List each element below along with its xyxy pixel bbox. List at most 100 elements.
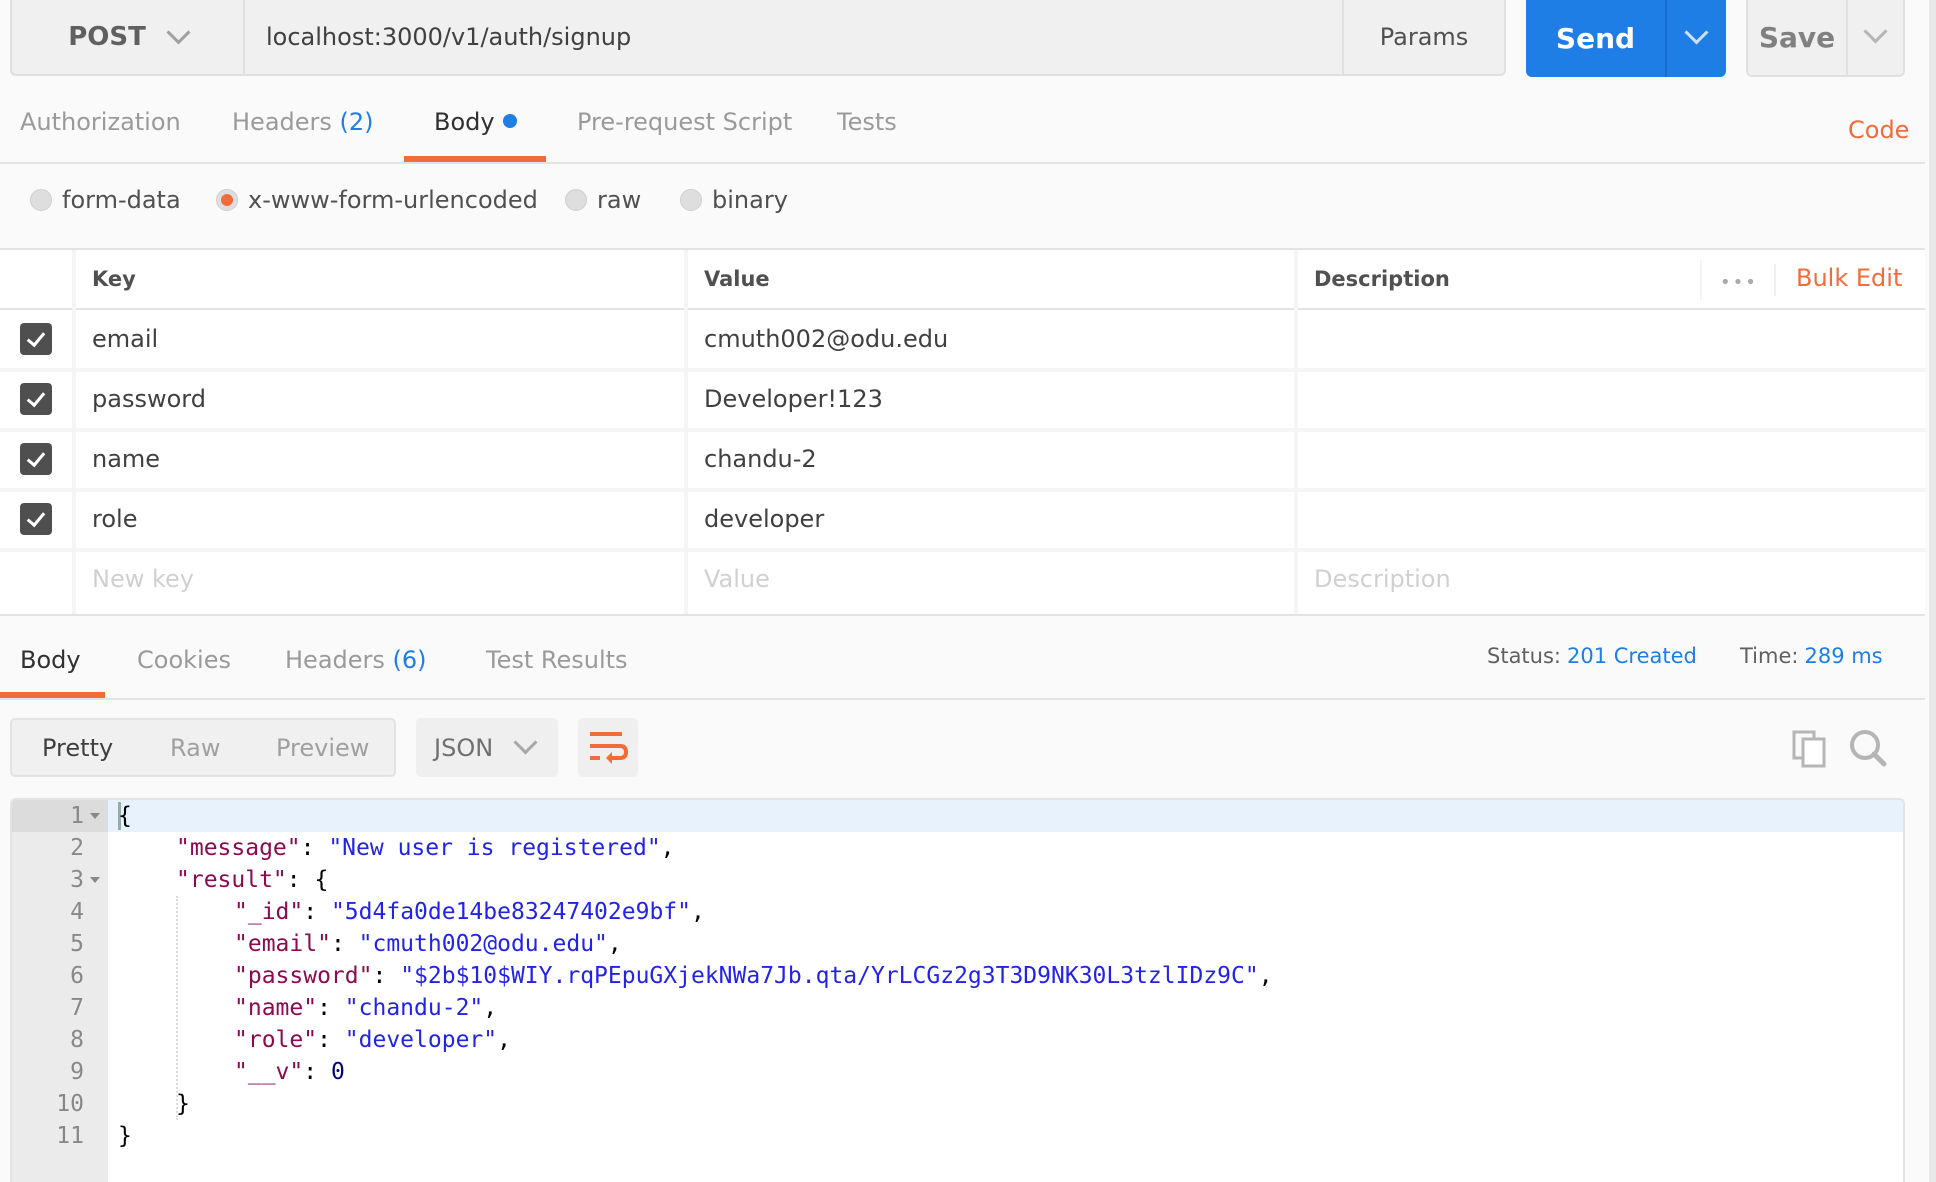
row-checkbox[interactable] xyxy=(20,383,52,415)
row-checkbox[interactable] xyxy=(20,323,52,355)
url-input[interactable]: localhost:3000/v1/auth/signup xyxy=(266,0,631,74)
wrap-lines-button[interactable] xyxy=(578,718,638,777)
vertical-scrollbar[interactable] xyxy=(1929,0,1936,1182)
tab-label: Tests xyxy=(837,108,897,136)
tab-pre-request-script[interactable]: Pre-request Script xyxy=(577,108,792,136)
code-line: "email": "cmuth002@odu.edu", xyxy=(234,931,622,957)
tab-authorization[interactable]: Authorization xyxy=(20,108,181,136)
line-number: 10 xyxy=(56,1091,84,1117)
value-field[interactable]: cmuth002@odu.edu xyxy=(688,310,1294,368)
active-line-highlight xyxy=(108,800,1903,832)
line-number: 8 xyxy=(70,1027,84,1053)
radio-circle-icon xyxy=(30,189,52,211)
check-icon xyxy=(26,447,46,467)
radio-circle-icon xyxy=(565,189,587,211)
key-field[interactable]: password xyxy=(76,370,684,428)
fold-arrow-icon[interactable] xyxy=(90,813,100,819)
header-key: Key xyxy=(92,267,136,291)
response-tab-test-results[interactable]: Test Results xyxy=(486,646,628,674)
json-string: "New user is registered" xyxy=(328,835,661,861)
format-label: JSON xyxy=(434,733,494,762)
radio-binary[interactable]: binary xyxy=(680,186,788,214)
radio-label: raw xyxy=(597,186,642,214)
response-tab-cookies[interactable]: Cookies xyxy=(137,646,231,674)
checkbox-cell xyxy=(0,550,72,608)
row-checkbox[interactable] xyxy=(20,443,52,475)
tab-label: Cookies xyxy=(137,646,231,674)
tab-tests[interactable]: Tests xyxy=(837,108,897,136)
pretty-button[interactable]: Pretty xyxy=(42,734,113,762)
radio-form-data[interactable]: form-data xyxy=(30,186,181,214)
json-string: "developer" xyxy=(344,1027,498,1053)
method-select[interactable]: POST xyxy=(12,0,245,74)
new-key-input[interactable]: New key xyxy=(76,550,684,608)
format-select[interactable]: JSON xyxy=(416,718,558,777)
value-field[interactable]: Developer!123 xyxy=(688,370,1294,428)
value-field[interactable]: developer xyxy=(688,490,1294,548)
check-icon xyxy=(26,327,46,347)
response-tab-headers[interactable]: Headers (6) xyxy=(285,646,427,674)
raw-button[interactable]: Raw xyxy=(170,734,220,762)
code-line: "_id": "5d4fa0de14be83247402e9bf", xyxy=(234,899,705,925)
code-line: "__v": 0 xyxy=(234,1059,345,1085)
radio-raw[interactable]: raw xyxy=(565,186,641,214)
bulk-edit-button[interactable]: Bulk Edit xyxy=(1796,264,1902,292)
active-tab-indicator xyxy=(404,156,546,162)
params-button[interactable]: Params xyxy=(1342,0,1504,74)
value-field[interactable]: chandu-2 xyxy=(688,430,1294,488)
line-number: 3 xyxy=(70,867,84,893)
copy-icon[interactable] xyxy=(1792,730,1828,768)
description-field[interactable] xyxy=(1298,490,1925,548)
response-body-editor[interactable]: 1 2 3 4 5 6 7 8 9 10 11 { "message": "Ne… xyxy=(10,798,1905,1182)
table-row: email cmuth002@odu.edu xyxy=(0,310,1925,370)
description-field[interactable] xyxy=(1298,370,1925,428)
save-button[interactable]: Save xyxy=(1748,0,1848,75)
key-field[interactable]: role xyxy=(76,490,684,548)
code-link[interactable]: Code xyxy=(1848,116,1909,144)
request-url-bar: POST localhost:3000/v1/auth/signup Param… xyxy=(10,0,1506,76)
code-line: "result": { xyxy=(176,867,329,893)
new-value-input[interactable]: Value xyxy=(688,550,1294,608)
description-field[interactable] xyxy=(1298,430,1925,488)
line-number: 1 xyxy=(70,803,84,829)
json-key: "name" xyxy=(234,995,318,1021)
line-number: 9 xyxy=(70,1059,84,1085)
radio-circle-icon xyxy=(680,189,702,211)
divider xyxy=(0,368,1925,372)
json-string: "$2b$10$WIY.rqPEpuGXjekNWa7Jb.qta/YrLCGz… xyxy=(400,963,1259,989)
radio-selected-icon xyxy=(216,189,238,211)
preview-button[interactable]: Preview xyxy=(276,734,369,762)
json-key: "role" xyxy=(234,1027,318,1053)
json-key: "email" xyxy=(234,931,331,957)
json-key: "password" xyxy=(234,963,373,989)
fold-arrow-icon[interactable] xyxy=(90,877,100,883)
code-line: { xyxy=(118,803,132,829)
send-button-group: Send xyxy=(1526,0,1726,77)
tab-label: Body xyxy=(20,646,81,674)
save-dropdown-button[interactable] xyxy=(1848,0,1903,75)
params-table: Key Value Description ••• Bulk Edit emai… xyxy=(0,248,1925,616)
send-dropdown-button[interactable] xyxy=(1667,0,1726,77)
key-field[interactable]: name xyxy=(76,430,684,488)
search-icon[interactable] xyxy=(1848,728,1888,768)
tab-body[interactable]: Body xyxy=(434,108,517,136)
divider xyxy=(0,488,1925,492)
description-field[interactable] xyxy=(1298,310,1925,368)
radio-x-www-form-urlencoded[interactable]: x-www-form-urlencoded xyxy=(216,186,538,214)
more-options-icon[interactable]: ••• xyxy=(1720,272,1758,293)
divider xyxy=(0,428,1925,432)
code-line: "name": "chandu-2", xyxy=(234,995,498,1021)
new-description-input[interactable]: Description xyxy=(1298,550,1925,608)
tab-label: Pre-request Script xyxy=(577,108,793,136)
send-button[interactable]: Send xyxy=(1526,0,1667,77)
key-field[interactable]: email xyxy=(76,310,684,368)
request-tabs: Authorization Headers (2) Body Pre-reque… xyxy=(0,100,1925,164)
row-checkbox[interactable] xyxy=(20,503,52,535)
response-tab-body[interactable]: Body xyxy=(20,646,81,674)
tab-headers[interactable]: Headers (2) xyxy=(232,108,374,136)
view-mode-group: Pretty Raw Preview xyxy=(10,718,396,777)
tab-label: Authorization xyxy=(20,108,181,136)
status-label: Status: xyxy=(1487,644,1561,668)
divider xyxy=(0,548,1925,552)
modified-dot-icon xyxy=(502,114,517,128)
